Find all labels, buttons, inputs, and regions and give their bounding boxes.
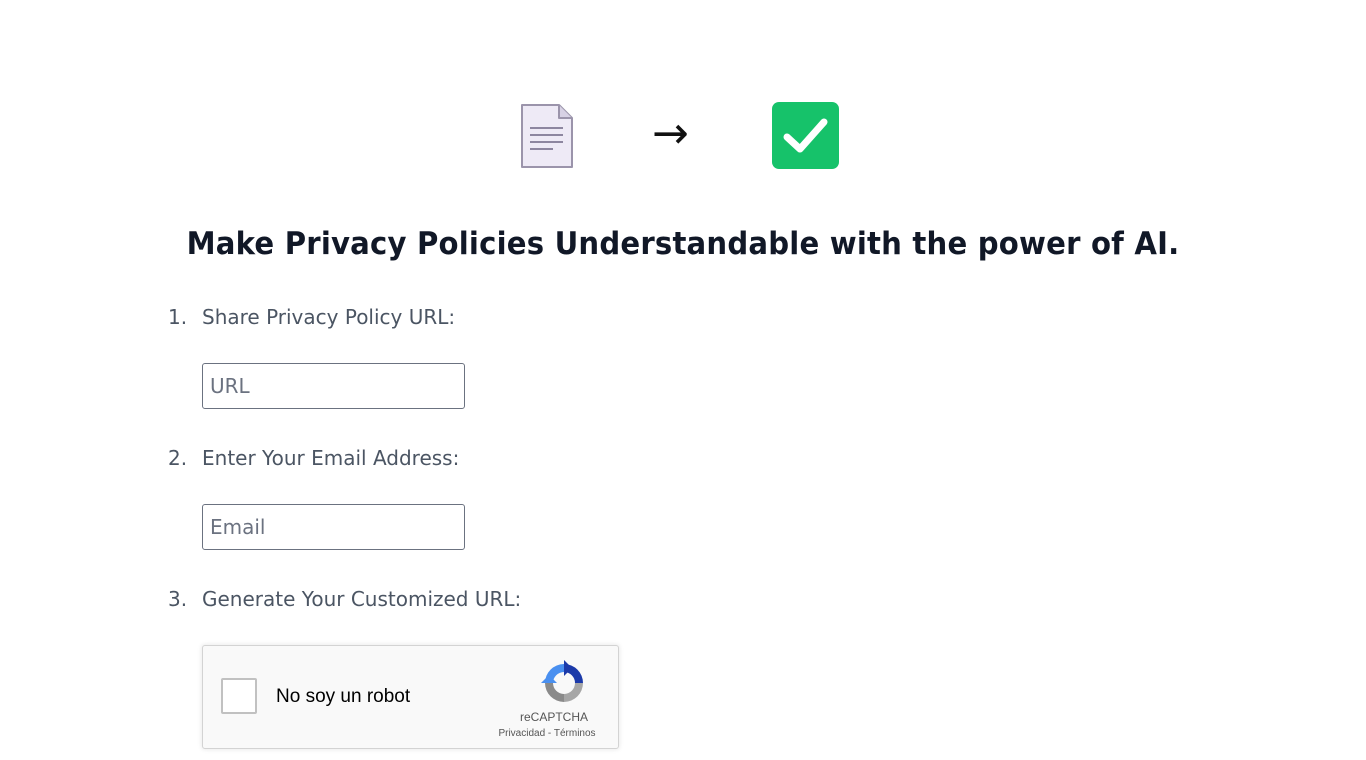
arrow-icon: → xyxy=(652,108,689,159)
email-input[interactable] xyxy=(202,504,465,550)
links-separator: - xyxy=(545,728,554,739)
step-label: Generate Your Customized URL: xyxy=(202,587,522,611)
step-number: 1. xyxy=(168,305,188,329)
recaptcha-brand: reCAPTCHA xyxy=(519,710,588,724)
recaptcha-logo-icon xyxy=(541,660,583,702)
step-3: 3. Generate Your Customized URL: xyxy=(168,587,521,611)
recaptcha-label: No soy un robot xyxy=(276,686,411,707)
step-1: 1. Share Privacy Policy URL: xyxy=(168,305,455,329)
recaptcha-widget: No soy un robot reCAPTCHA Privacidad - T… xyxy=(202,645,619,749)
page-title: Make Privacy Policies Understandable wit… xyxy=(186,226,1180,262)
step-label: Share Privacy Policy URL: xyxy=(202,305,456,329)
page: → Make Privacy Policies Understandable w… xyxy=(0,0,1366,760)
step-number: 2. xyxy=(168,446,188,470)
privacy-link[interactable]: Privacidad xyxy=(498,728,545,739)
step-label: Enter Your Email Address: xyxy=(202,446,460,470)
check-box-icon xyxy=(772,102,839,169)
hero-illustration: → xyxy=(0,100,1366,172)
recaptcha-checkbox[interactable] xyxy=(221,678,257,714)
step-2: 2. Enter Your Email Address: xyxy=(168,446,459,470)
recaptcha-links: Privacidad - Términos xyxy=(485,728,609,739)
url-input[interactable] xyxy=(202,363,465,409)
step-number: 3. xyxy=(168,587,188,611)
document-icon xyxy=(521,104,573,168)
terms-link[interactable]: Términos xyxy=(554,728,596,739)
